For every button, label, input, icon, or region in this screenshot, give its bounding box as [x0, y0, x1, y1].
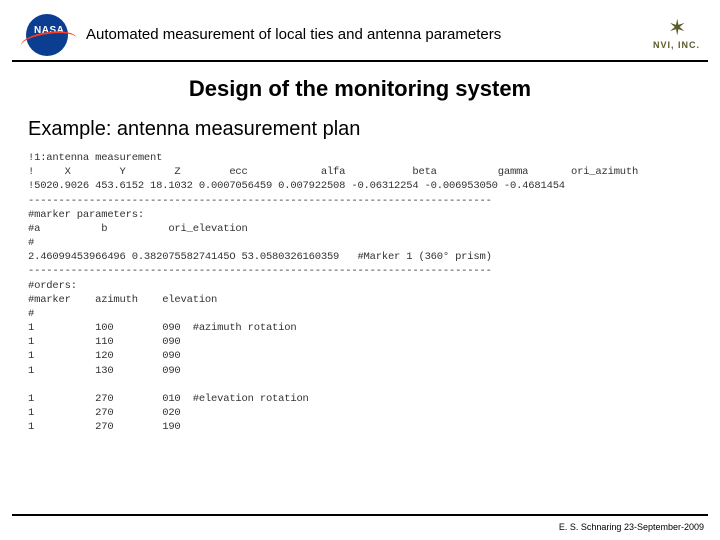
section-title: Design of the monitoring system: [28, 76, 692, 102]
slide-content: Design of the monitoring system Example:…: [0, 66, 720, 434]
slide-header: NASA Automated measurement of local ties…: [0, 0, 720, 60]
footer-divider: [12, 514, 708, 516]
nvi-logo: ✶ NVI, INC.: [638, 12, 708, 57]
content-subtitle: Example: antenna measurement plan: [28, 118, 692, 141]
nvi-star-icon: ✶: [668, 17, 686, 39]
measurement-plan-code: !1:antenna measurement ! X Y Z ecc alfa …: [28, 151, 692, 434]
header-divider: [12, 60, 708, 62]
footer-attribution: E. S. Schnaring 23-September-2009: [559, 522, 704, 532]
nasa-logo: NASA: [12, 12, 82, 57]
nvi-logo-text: NVI, INC.: [653, 40, 700, 50]
slide-header-title: Automated measurement of local ties and …: [82, 26, 638, 43]
